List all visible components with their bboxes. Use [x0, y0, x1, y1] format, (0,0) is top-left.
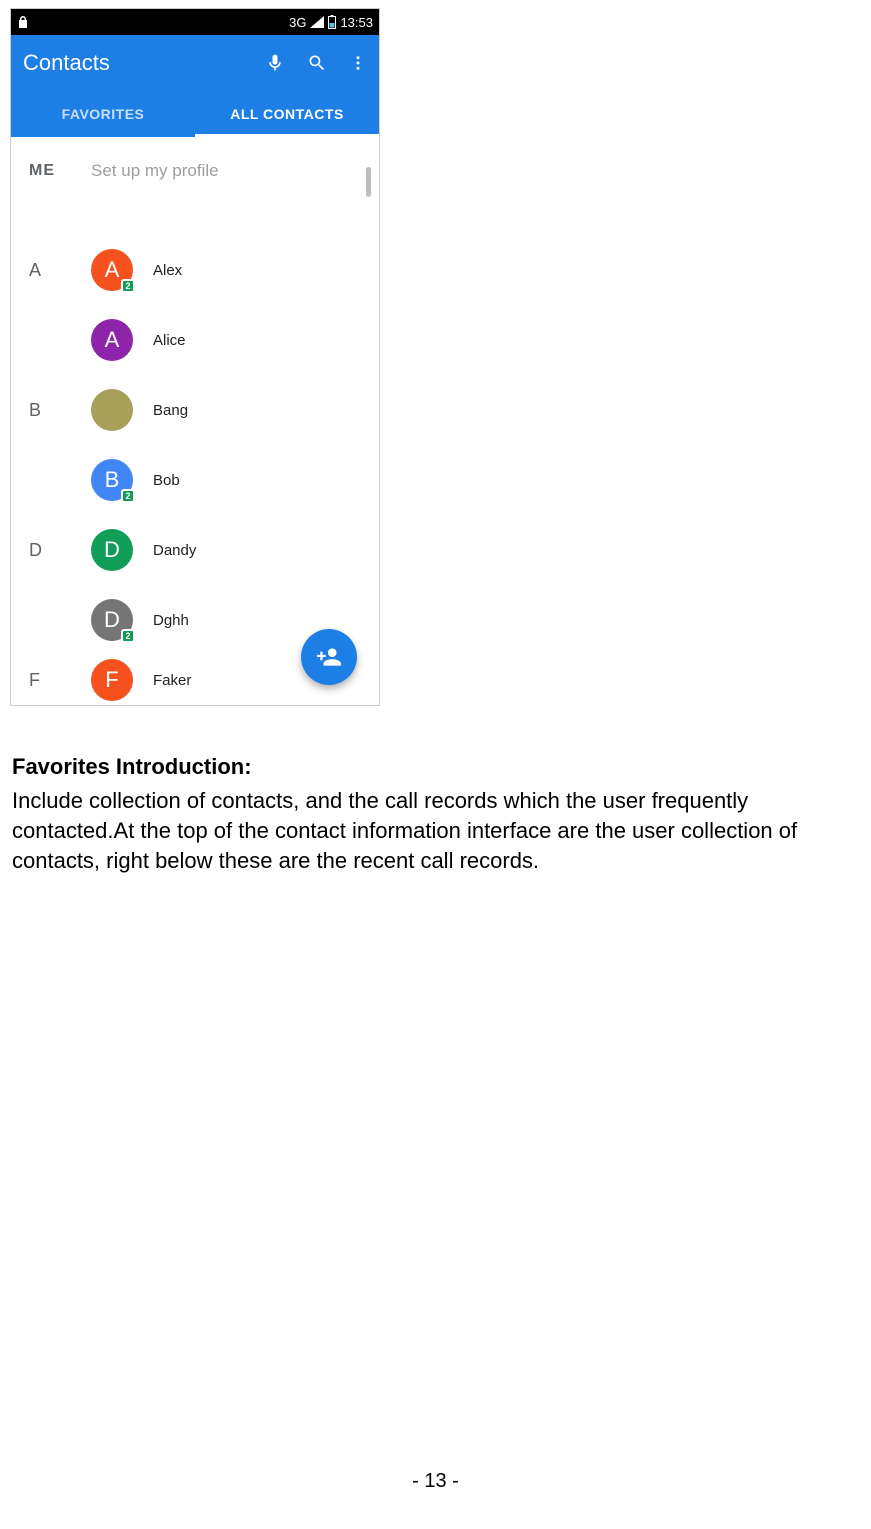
signal-icon [310, 16, 324, 28]
contact-name: Bang [153, 402, 188, 419]
avatar: D 2 [91, 599, 133, 641]
doc-heading: Favorites Introduction: [12, 754, 859, 780]
section-letter: B [29, 400, 91, 421]
avatar: B 2 [91, 459, 133, 501]
me-row[interactable]: ME Set up my profile [11, 137, 379, 205]
avatar-initial: A [105, 257, 120, 283]
section-letter: . [29, 470, 91, 491]
avatar [91, 389, 133, 431]
contact-row[interactable]: . A Alice [11, 305, 379, 375]
avatar-initial: B [105, 467, 120, 493]
section-letter: F [29, 670, 91, 691]
document-text: Favorites Introduction: Include collecti… [10, 754, 861, 876]
contacts-list[interactable]: ME Set up my profile A A 2 Alex . A Alic… [11, 137, 379, 705]
contact-name: Faker [153, 672, 191, 689]
status-bar: 3G 13:53 [11, 9, 379, 35]
avatar: F [91, 659, 133, 701]
clock-label: 13:53 [340, 15, 373, 30]
add-person-icon [316, 644, 342, 670]
contact-name: Alice [153, 332, 186, 349]
scroll-indicator[interactable] [366, 167, 371, 197]
add-contact-fab[interactable] [301, 629, 357, 685]
contact-name: Dandy [153, 542, 196, 559]
contact-name: Dghh [153, 612, 189, 629]
tab-all-contacts[interactable]: ALL CONTACTS [195, 91, 379, 137]
section-letter: . [29, 610, 91, 631]
battery-icon [328, 15, 336, 29]
contact-row[interactable]: D D Dandy [11, 515, 379, 585]
avatar-initial: F [105, 667, 118, 693]
section-letter: A [29, 260, 91, 281]
mic-icon[interactable] [265, 53, 285, 73]
contact-row[interactable]: B Bang [11, 375, 379, 445]
contact-name: Bob [153, 472, 180, 489]
avatar: D [91, 529, 133, 571]
doc-body: Include collection of contacts, and the … [12, 786, 859, 876]
network-label: 3G [289, 15, 306, 30]
avatar-initial: D [104, 537, 120, 563]
section-letter: . [29, 330, 91, 351]
app-title: Contacts [23, 50, 265, 76]
me-label: ME [29, 162, 91, 180]
page-number: - 13 - [0, 1470, 871, 1493]
sim-badge: 2 [121, 489, 135, 503]
avatar-initial: A [105, 327, 120, 353]
sim-badge: 2 [121, 629, 135, 643]
avatar: A 2 [91, 249, 133, 291]
setup-profile-text: Set up my profile [91, 161, 219, 181]
contact-row[interactable]: A A 2 Alex [11, 235, 379, 305]
app-bar: Contacts FAVORITES ALL CONTACTS [11, 35, 379, 137]
contact-row[interactable]: . B 2 Bob [11, 445, 379, 515]
phone-screenshot: 3G 13:53 Contacts [10, 8, 380, 706]
lock-icon [17, 15, 29, 29]
overflow-menu-icon[interactable] [349, 53, 367, 73]
section-letter: D [29, 540, 91, 561]
avatar-initial: D [104, 607, 120, 633]
sim-badge: 2 [121, 279, 135, 293]
contact-name: Alex [153, 262, 182, 279]
avatar: A [91, 319, 133, 361]
search-icon[interactable] [307, 53, 327, 73]
tab-favorites[interactable]: FAVORITES [11, 91, 195, 137]
